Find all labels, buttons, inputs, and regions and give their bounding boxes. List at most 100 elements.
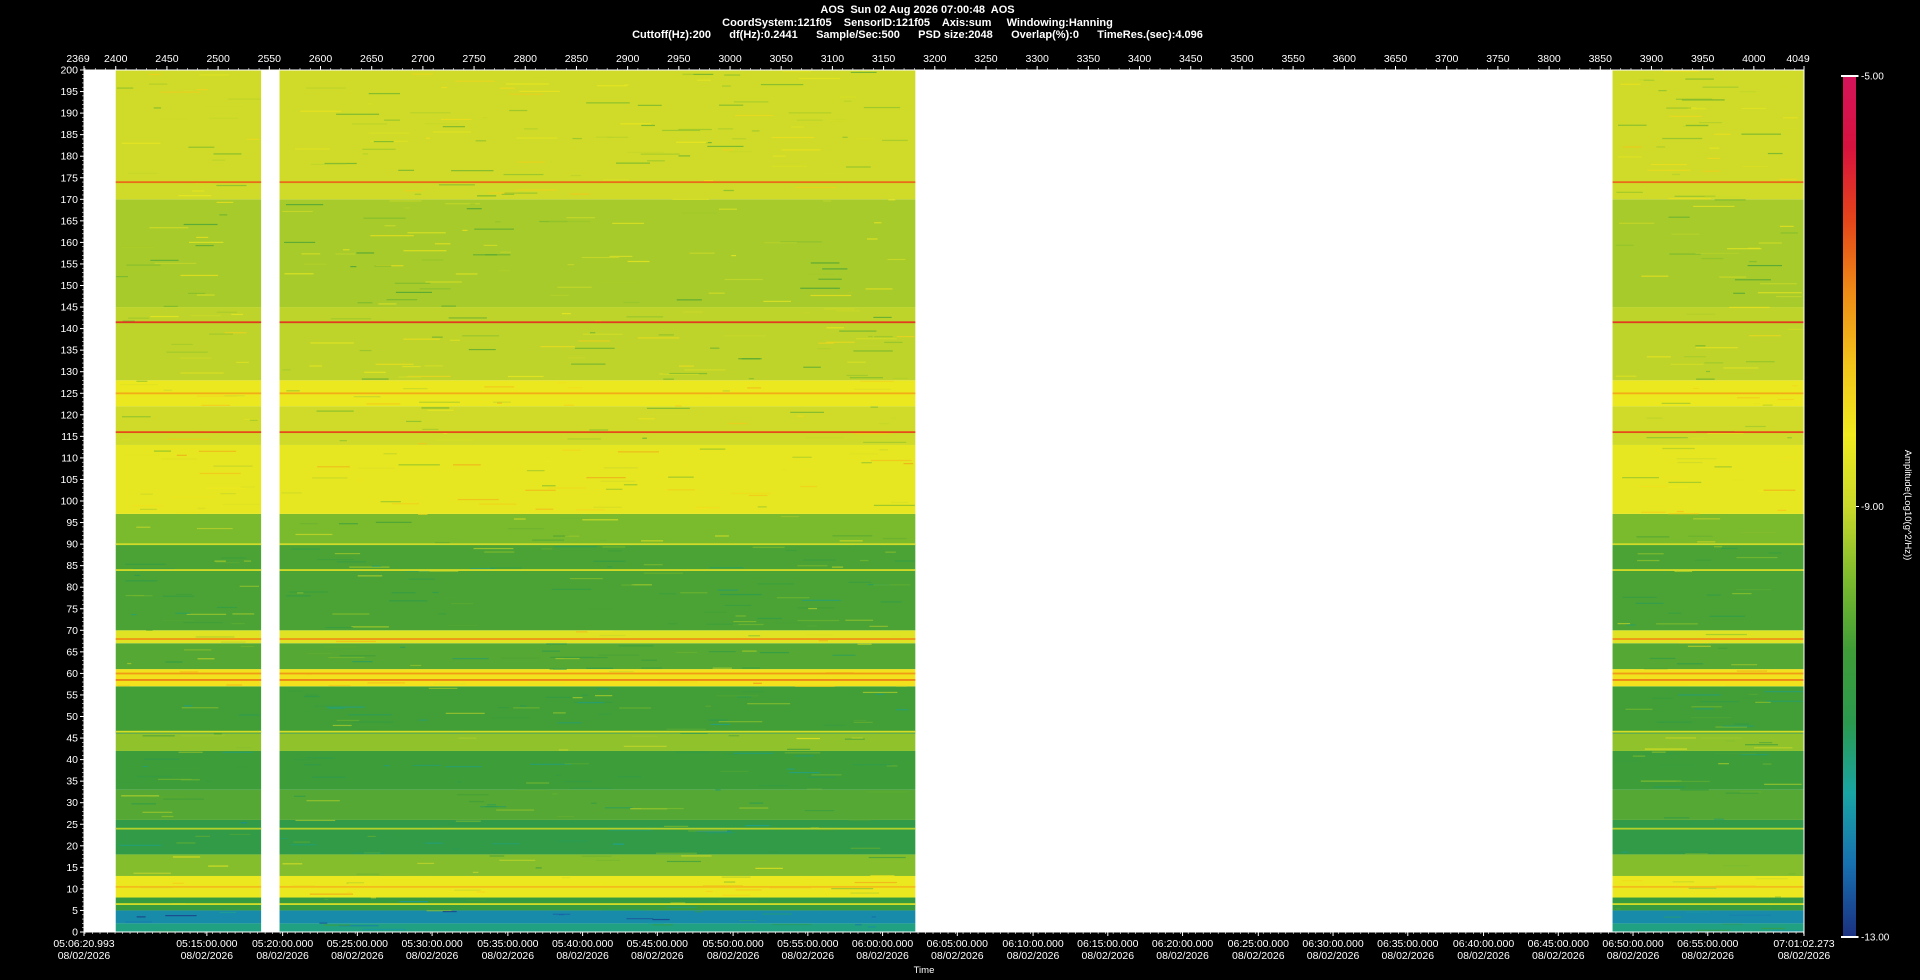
noise-cell: [666, 728, 706, 730]
colorbar-label: Amplitude(Log10(g^2/Hz)): [1902, 450, 1913, 561]
time-tick-label: 06:50:00.000: [1602, 938, 1663, 950]
date-tick-label: 08/02/2026: [556, 950, 609, 962]
y-tick-label: 15: [66, 862, 78, 874]
y-tick-label: 170: [60, 194, 78, 206]
noise-cell: [1701, 753, 1742, 755]
noise-cell: [339, 440, 347, 442]
noise-cell: [298, 757, 318, 760]
noise-cell: [681, 855, 712, 857]
noise-cell: [127, 786, 152, 788]
noise-cell: [1687, 684, 1726, 686]
noise-cell: [196, 527, 233, 530]
noise-cell: [492, 843, 520, 845]
narrowband-line: [115, 827, 262, 830]
noise-cell: [1732, 592, 1752, 595]
noise-cell: [146, 629, 153, 631]
noise-cell: [1643, 79, 1655, 81]
noise-cell: [722, 390, 730, 392]
noise-cell: [663, 825, 689, 827]
narrowband-line: [115, 431, 262, 434]
noise-cell: [419, 405, 452, 407]
noise-cell: [626, 918, 654, 920]
noise-cell: [1644, 783, 1679, 785]
noise-cell: [128, 172, 158, 174]
noise-cell: [1704, 196, 1741, 198]
noise-cell: [418, 719, 428, 721]
noise-cell: [738, 919, 757, 922]
noise-cell: [810, 262, 840, 264]
noise-cell: [1685, 853, 1708, 855]
noise-cell: [666, 860, 702, 863]
top-x-tick-label: 3600: [1333, 53, 1357, 65]
noise-cell: [607, 136, 629, 138]
noise-cell: [513, 707, 540, 709]
top-x-tick-label: 2369: [66, 53, 90, 65]
noise-cell: [850, 71, 877, 73]
noise-cell: [612, 843, 625, 845]
noise-cell: [595, 859, 621, 861]
noise-cell: [412, 73, 434, 75]
noise-cell: [179, 357, 212, 359]
top-x-tick-label: 2500: [206, 53, 230, 65]
noise-cell: [466, 899, 486, 902]
noise-cell: [1656, 721, 1693, 723]
noise-cell: [572, 697, 583, 699]
noise-cell: [149, 227, 189, 229]
noise-cell: [205, 780, 212, 782]
noise-cell: [282, 863, 303, 865]
noise-cell: [831, 566, 844, 568]
narrowband-line: [1612, 827, 1804, 830]
noise-cell: [330, 318, 372, 320]
noise-cell: [380, 501, 401, 503]
noise-cell: [1717, 647, 1728, 649]
noise-cell: [231, 313, 244, 316]
noise-cell: [570, 175, 582, 177]
noise-cell: [850, 847, 881, 849]
noise-cell: [854, 881, 897, 884]
noise-cell: [199, 74, 229, 76]
noise-cell: [717, 128, 734, 130]
noise-cell: [826, 341, 855, 343]
noise-cell: [519, 90, 560, 93]
noise-cell: [735, 889, 762, 891]
noise-cell: [404, 190, 423, 192]
noise-cell: [425, 281, 462, 283]
noise-cell: [663, 373, 699, 375]
time-tick-label: 06:55:00.000: [1677, 938, 1738, 950]
y-tick-label: 25: [66, 819, 78, 831]
noise-cell: [547, 487, 587, 489]
top-x-tick-label: 3450: [1179, 53, 1203, 65]
noise-cell: [717, 589, 739, 591]
noise-cell: [787, 748, 811, 750]
noise-cell: [865, 288, 893, 290]
noise-cell: [361, 378, 389, 380]
band-cell: [1612, 307, 1804, 381]
noise-cell: [567, 264, 575, 266]
narrowband-line: [115, 903, 262, 905]
narrowband-line: [1612, 903, 1804, 905]
noise-cell: [710, 723, 731, 726]
noise-cell: [214, 560, 226, 562]
noise-cell: [232, 613, 255, 615]
noise-cell: [855, 138, 874, 140]
top-x-tick-label: 3700: [1435, 53, 1459, 65]
narrowband-line: [1612, 181, 1804, 184]
noise-cell: [418, 442, 427, 445]
noise-cell: [728, 735, 740, 737]
narrowband-line: [1612, 730, 1804, 733]
noise-cell: [1668, 612, 1682, 614]
noise-cell: [1704, 362, 1724, 364]
noise-cell: [1720, 547, 1738, 550]
noise-cell: [399, 901, 429, 903]
noise-cell: [504, 192, 538, 194]
noise-cell: [566, 677, 604, 679]
noise-cell: [570, 147, 577, 149]
noise-cell: [683, 311, 704, 313]
noise-cell: [801, 599, 841, 601]
noise-cell: [565, 535, 580, 537]
noise-cell: [658, 334, 674, 336]
noise-cell: [718, 721, 763, 723]
y-tick-label: 160: [60, 237, 78, 249]
noise-cell: [150, 315, 179, 318]
noise-cell: [566, 217, 595, 219]
